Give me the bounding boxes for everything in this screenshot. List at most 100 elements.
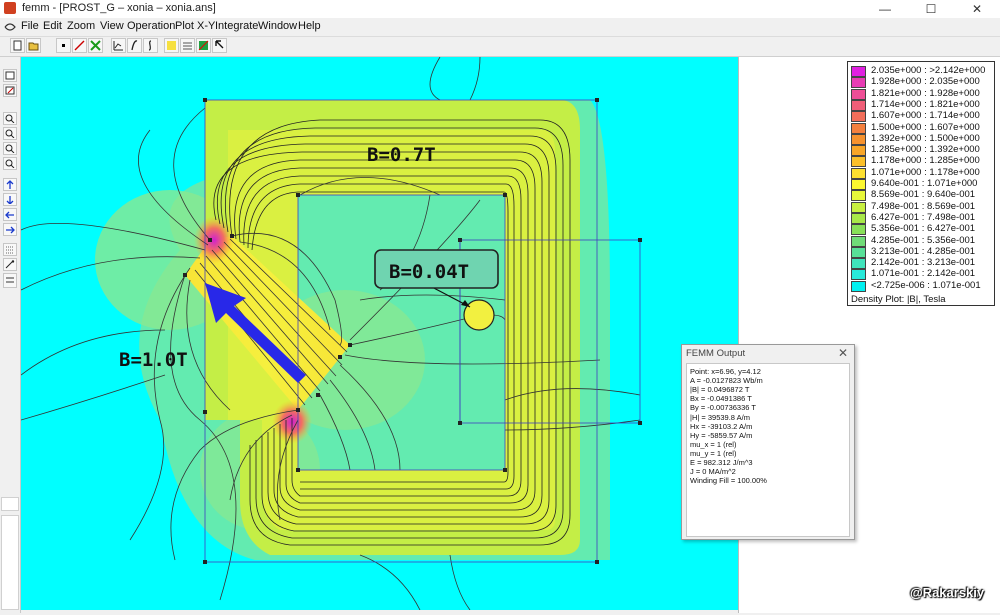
- legend-label: 9.640e-001 : 1.071e+000: [871, 178, 978, 189]
- probe-point[interactable]: [463, 299, 495, 331]
- zoom-out-icon[interactable]: [3, 127, 17, 140]
- legend-swatch: [851, 179, 866, 190]
- pointer-icon[interactable]: [212, 38, 227, 53]
- legend-label: 1.821e+000 : 1.928e+000: [871, 87, 980, 99]
- menu-integrate[interactable]: Integrate: [215, 20, 258, 32]
- menu-window[interactable]: Window: [258, 20, 297, 32]
- side-panel-list: [1, 515, 19, 610]
- legend-label: 1.607e+000 : 1.714e+000: [871, 110, 980, 122]
- side-toolbar: [0, 57, 21, 613]
- vector-icon[interactable]: [180, 38, 195, 53]
- legend-label: 1.071e+000 : 1.178e+000: [871, 166, 980, 178]
- legend-swatch: [851, 167, 866, 179]
- zoom-window-icon[interactable]: [3, 142, 17, 155]
- output-line: Bx = -0.0491386 T: [690, 394, 752, 404]
- legend-swatch: [851, 88, 866, 100]
- legend-label: 1.500e+000 : 1.607e+000: [871, 121, 980, 133]
- contour-icon[interactable]: [111, 38, 126, 53]
- menu-bar: File Edit Zoom View Operation Plot X-Y I…: [0, 18, 1000, 37]
- legend-label: 8.569e-001 : 9.640e-001: [871, 189, 976, 201]
- pan-left-icon[interactable]: [3, 208, 17, 221]
- output-text-area[interactable]: Point: x=6.96, y=4.12 A = -0.0127823 Wb/m…: [686, 363, 850, 537]
- output-line: |B| = 0.0496872 T: [690, 385, 750, 395]
- maximize-button[interactable]: ☐: [908, 0, 954, 18]
- segment-icon[interactable]: [72, 38, 87, 53]
- app-icon: [4, 2, 16, 14]
- edit-props-icon[interactable]: [3, 84, 17, 97]
- legend-label: 3.213e-001 : 4.285e-001: [871, 245, 976, 257]
- legend-swatch: [851, 212, 866, 224]
- legend-swatch: [851, 246, 866, 258]
- density-icon[interactable]: [164, 38, 179, 53]
- legend-swatch: [851, 156, 866, 168]
- legend-label: 4.285e-001 : 5.356e-001: [871, 234, 976, 246]
- legend-row: <2.725e-006 : 1.071e-001: [851, 279, 991, 292]
- block-label-icon[interactable]: [88, 38, 103, 53]
- legend-swatch: [851, 99, 866, 111]
- legend-label: 1.178e+000 : 1.285e+000: [871, 155, 980, 167]
- zoom-in-icon[interactable]: [3, 112, 17, 125]
- pan-down-icon[interactable]: [3, 193, 17, 206]
- new-file-icon[interactable]: [10, 38, 25, 53]
- output-title: FEMM Output: [686, 348, 746, 359]
- legend-swatch: [851, 66, 866, 77]
- output-line: J = 0 MA/m^2: [690, 467, 736, 477]
- plot-canvas[interactable]: B=0.04T B=0.7T B=1.0T: [21, 57, 738, 610]
- output-line: mu_x = 1 (rel): [690, 439, 737, 449]
- output-line: E = 982.312 J/m^3: [690, 458, 753, 467]
- menu-operation[interactable]: Operation: [127, 20, 175, 32]
- legend-swatch: [851, 77, 866, 89]
- legend-label: 7.498e-001 : 8.569e-001: [871, 200, 976, 212]
- zoom-natural-icon[interactable]: [3, 157, 17, 170]
- open-folder-icon[interactable]: [26, 38, 41, 53]
- output-close-button[interactable]: ✕: [838, 346, 848, 360]
- menu-zoom[interactable]: Zoom: [67, 20, 95, 32]
- menu-edit[interactable]: Edit: [43, 20, 62, 32]
- legend-swatch: [851, 269, 866, 281]
- legend-label: <2.725e-006 : 1.071e-001: [871, 279, 981, 291]
- snap-icon[interactable]: [3, 258, 17, 271]
- legend-swatch: [851, 111, 866, 123]
- legend-swatch: [851, 145, 866, 157]
- menu-help[interactable]: Help: [298, 20, 321, 32]
- node-icon[interactable]: [56, 38, 71, 53]
- props-icon[interactable]: [3, 69, 17, 82]
- close-button[interactable]: ✕: [954, 0, 1000, 18]
- document-menu-icon[interactable]: [4, 21, 16, 33]
- output-line: |H| = 39539.8 A/m: [690, 412, 750, 422]
- femm-output-window[interactable]: FEMM Output ✕ Point: x=6.96, y=4.12 A = -…: [681, 344, 855, 540]
- output-line: Winding Fill = 100.00%: [690, 476, 767, 486]
- legend-label: 6.427e-001 : 7.498e-001: [871, 211, 976, 223]
- legend-swatch: [851, 122, 866, 134]
- legend-swatch: [851, 190, 866, 202]
- window-title: femm - [PROST_G – xonia – xonia.ans]: [22, 2, 216, 14]
- legend-label: 1.928e+000 : 2.035e+000: [871, 76, 980, 88]
- field-plot-svg[interactable]: B=0.04T B=0.7T B=1.0T: [21, 57, 738, 610]
- output-line: By = -0.00736336 T: [690, 403, 756, 413]
- density-legend: 2.035e+000 : >2.142e+000 1.928e+000 : 2.0…: [847, 61, 995, 306]
- toolbar: [0, 37, 1000, 57]
- menu-file[interactable]: File: [21, 20, 39, 32]
- output-line: Hy = -5859.57 A/m: [690, 430, 753, 440]
- contour-plot-icon[interactable]: [196, 38, 211, 53]
- menu-view[interactable]: View: [100, 20, 124, 32]
- integrate-icon[interactable]: [143, 38, 158, 53]
- grid-icon[interactable]: [3, 243, 17, 256]
- output-line: Hx = -39103.2 A/m: [690, 421, 753, 431]
- grid-size-icon[interactable]: [3, 273, 17, 288]
- legend-label: 2.142e-001 : 3.213e-001: [871, 257, 976, 269]
- label-b-left: B=1.0T: [119, 349, 188, 371]
- menu-plot-xy[interactable]: Plot X-Y: [175, 20, 215, 32]
- output-line: A = -0.0127823 Wb/m: [690, 376, 763, 386]
- pan-up-icon[interactable]: [3, 178, 17, 191]
- output-line: Point: x=6.96, y=4.12: [690, 367, 761, 376]
- legend-swatch: [851, 133, 866, 145]
- watermark: @Rakarskiy: [910, 585, 985, 600]
- output-line: mu_y = 1 (rel): [690, 448, 737, 458]
- plot-icon[interactable]: [127, 38, 142, 53]
- legend-swatch: [851, 280, 866, 292]
- minimize-button[interactable]: —: [862, 0, 908, 18]
- legend-label: 1.714e+000 : 1.821e+000: [871, 98, 980, 110]
- pan-right-icon[interactable]: [3, 223, 17, 236]
- legend-label: 1.071e-001 : 2.142e-001: [871, 268, 976, 280]
